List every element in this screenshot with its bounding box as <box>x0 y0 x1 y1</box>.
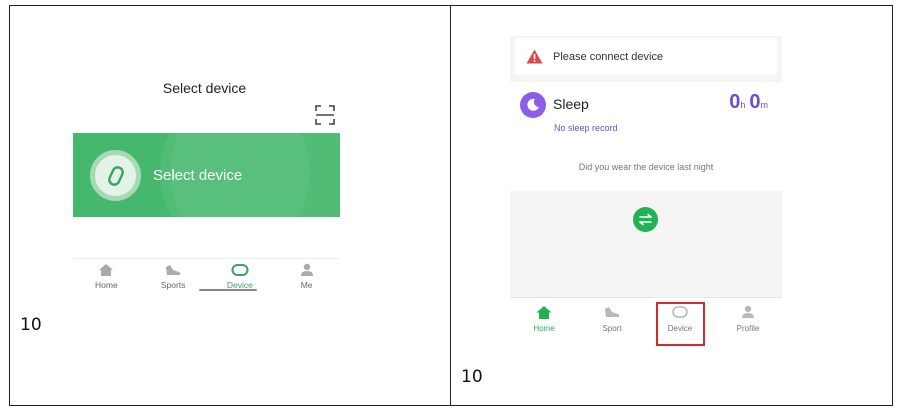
nav-label: Profile <box>736 324 760 333</box>
nav-item-sport[interactable]: Sport <box>578 298 646 346</box>
nav-label: Sport <box>602 324 622 333</box>
nav-divider <box>73 258 340 259</box>
right-phone-screen: Please connect device Sleep 0h 0m No slee… <box>510 36 782 346</box>
swap-button[interactable] <box>633 207 658 232</box>
nav-item-me[interactable]: Me <box>273 260 340 293</box>
alert-text: Please connect device <box>553 51 664 63</box>
band-icon <box>90 150 141 201</box>
select-device-card[interactable]: Select device <box>73 133 340 217</box>
sleep-card[interactable]: Sleep 0h 0m No sleep record Did you wear … <box>510 82 782 191</box>
hours-unit: h <box>740 100 746 110</box>
person-icon <box>298 262 316 278</box>
moon-icon <box>520 92 546 118</box>
left-phone-screen: Select device Select device Home Sports <box>63 67 346 293</box>
shoe-icon <box>603 304 621 320</box>
nav-item-home[interactable]: Home <box>73 260 140 293</box>
sleep-minutes: 0 <box>749 91 761 113</box>
page-title: Select device <box>162 80 247 96</box>
home-icon <box>97 262 115 278</box>
swap-icon <box>639 213 652 226</box>
connect-alert[interactable]: Please connect device <box>515 38 777 75</box>
step-number-left: 10 <box>20 315 42 335</box>
nav-label: Home <box>533 324 555 333</box>
no-sleep-record: No sleep record <box>554 123 618 133</box>
scan-icon[interactable] <box>315 105 335 125</box>
shoe-icon <box>164 262 182 278</box>
select-device-label: Select device <box>153 167 243 184</box>
nav-label: Sports <box>160 280 186 290</box>
nav-label: Home <box>95 280 118 290</box>
nav-item-sports[interactable]: Sports <box>140 260 207 293</box>
step-number-right: 10 <box>461 367 483 387</box>
sleep-hours: 0 <box>729 91 741 113</box>
nav-label: Me <box>300 280 313 290</box>
sleep-title: Sleep <box>553 96 589 112</box>
sleep-duration: 0h 0m <box>729 91 772 114</box>
device-tab-highlight <box>656 302 705 346</box>
home-icon <box>535 304 553 320</box>
home-indicator <box>199 289 257 291</box>
sleep-question: Did you wear the device last night <box>578 162 714 172</box>
nav-item-profile[interactable]: Profile <box>714 298 782 346</box>
minutes-unit: m <box>760 100 769 110</box>
band-icon <box>231 262 249 278</box>
warning-icon <box>526 49 543 64</box>
table-divider <box>450 6 451 405</box>
nav-item-home[interactable]: Home <box>510 298 578 346</box>
person-icon <box>739 304 757 320</box>
bottom-nav: Home Sport Device Profile <box>510 297 782 346</box>
